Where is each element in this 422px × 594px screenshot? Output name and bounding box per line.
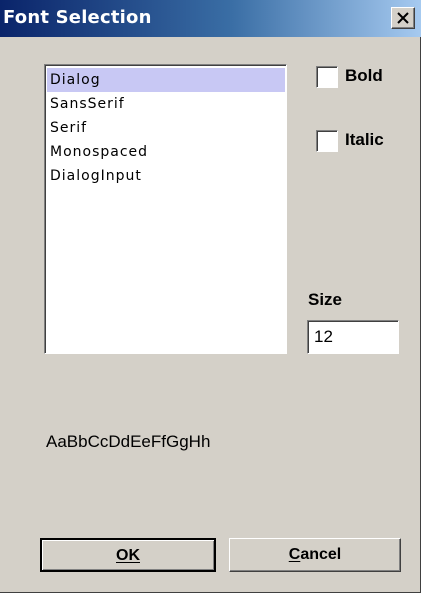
title-bar[interactable]: Font Selection	[0, 0, 421, 37]
font-selection-dialog: Font Selection Dialog SansSerif Serif Mo…	[0, 0, 421, 593]
bold-checkbox[interactable]	[316, 66, 338, 88]
list-item-monospaced[interactable]: Monospaced	[47, 140, 285, 164]
size-input[interactable]: 12	[307, 320, 399, 354]
window-title: Font Selection	[3, 7, 152, 28]
bold-label[interactable]: Bold	[345, 66, 383, 86]
list-item-dialoginput[interactable]: DialogInput	[47, 164, 285, 188]
font-family-list[interactable]: Dialog SansSerif Serif Monospaced Dialog…	[44, 64, 287, 354]
list-item-sansserif[interactable]: SansSerif	[47, 92, 285, 116]
size-label: Size	[308, 290, 343, 309]
ok-button[interactable]: OK	[40, 538, 216, 572]
close-button[interactable]	[391, 7, 415, 29]
ok-button-label: OK	[116, 547, 140, 564]
font-preview-text: AaBbCcDdEeFfGgHh	[46, 432, 211, 451]
cancel-button-label: Cancel	[288, 546, 342, 563]
italic-label[interactable]: Italic	[345, 130, 384, 150]
cancel-button[interactable]: Cancel	[229, 538, 401, 572]
close-icon	[397, 12, 409, 24]
list-item-dialog[interactable]: Dialog	[47, 68, 285, 92]
italic-checkbox[interactable]	[316, 130, 338, 152]
list-item-serif[interactable]: Serif	[47, 116, 285, 140]
